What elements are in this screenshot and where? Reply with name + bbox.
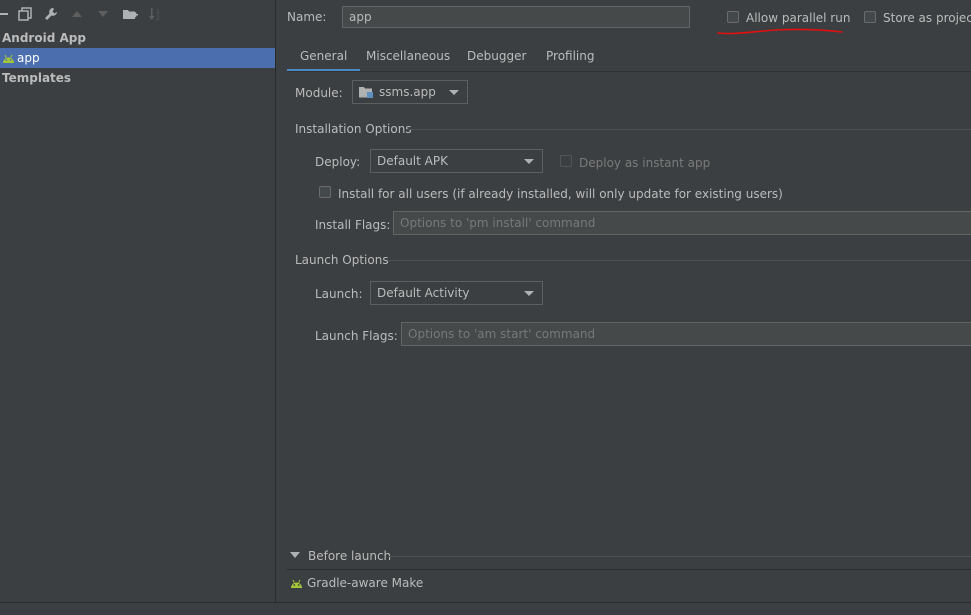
before-launch-task-label: Gradle-aware Make xyxy=(307,576,424,590)
chevron-down-icon xyxy=(524,291,534,296)
deploy-instant-app-label: Deploy as instant app xyxy=(579,156,711,170)
allow-parallel-run-checkbox[interactable] xyxy=(727,11,739,23)
svg-text:2: 2 xyxy=(156,15,160,21)
tree-item-label: app xyxy=(17,51,40,65)
launch-options-title: Launch Options xyxy=(295,253,389,267)
tree-group-android-app[interactable]: Android App xyxy=(0,28,275,48)
arrow-down-icon[interactable] xyxy=(94,4,112,24)
before-launch-task-row[interactable]: Gradle-aware Make xyxy=(290,574,423,592)
tree-item-app[interactable]: app xyxy=(0,48,275,68)
install-flags-input[interactable]: Options to 'pm install' command xyxy=(393,211,971,235)
collapse-triangle-icon[interactable] xyxy=(290,551,300,559)
sort-icon[interactable]: 12 xyxy=(147,4,165,24)
installation-separator xyxy=(406,129,971,130)
name-label: Name: xyxy=(287,10,327,24)
launch-flags-label: Launch Flags: xyxy=(315,329,398,343)
allow-parallel-run-label[interactable]: Allow parallel run xyxy=(746,11,850,25)
install-all-users-label[interactable]: Install for all users (if already instal… xyxy=(338,187,783,201)
install-all-users-checkbox[interactable] xyxy=(319,186,331,198)
store-as-project-label[interactable]: Store as project xyxy=(883,11,971,25)
tab-divider xyxy=(287,71,971,72)
name-input[interactable]: app xyxy=(342,6,690,28)
chevron-down-icon xyxy=(449,90,459,95)
configuration-tree: Android App app Templates xyxy=(0,28,275,88)
red-underline-annotation xyxy=(717,28,843,35)
configurations-panel: 12 Android App app Templates xyxy=(0,0,276,602)
chevron-down-icon xyxy=(524,159,534,164)
launch-flags-input[interactable]: Options to 'am start' command xyxy=(401,322,971,346)
module-folder-icon xyxy=(359,87,373,98)
module-value: ssms.app xyxy=(379,85,436,99)
folder-add-icon[interactable] xyxy=(121,4,139,24)
launch-combo[interactable]: Default Activity xyxy=(370,281,543,305)
tab-miscellaneous[interactable]: Miscellaneous xyxy=(353,42,463,72)
android-icon xyxy=(291,579,302,588)
deploy-combo[interactable]: Default APK xyxy=(370,149,543,173)
dialog-bottom-bar xyxy=(0,602,971,615)
deploy-value: Default APK xyxy=(377,154,448,168)
arrow-up-icon[interactable] xyxy=(68,4,86,24)
launch-label: Launch: xyxy=(315,287,363,301)
tree-group-templates[interactable]: Templates xyxy=(0,68,275,88)
wrench-icon[interactable] xyxy=(42,4,60,24)
deploy-instant-app-checkbox[interactable] xyxy=(560,155,572,167)
android-icon xyxy=(3,54,14,63)
before-launch-title: Before launch xyxy=(308,549,392,563)
install-flags-label: Install Flags: xyxy=(315,218,391,232)
module-label: Module: xyxy=(295,86,343,100)
before-launch-list: Gradle-aware Make xyxy=(287,569,971,603)
tab-debugger[interactable]: Debugger xyxy=(454,42,539,72)
minus-icon[interactable] xyxy=(0,4,12,24)
store-as-project-checkbox[interactable] xyxy=(864,11,876,23)
before-launch-separator xyxy=(389,556,971,557)
tab-profiling[interactable]: Profiling xyxy=(533,42,608,72)
launch-separator xyxy=(388,260,971,261)
installation-options-title: Installation Options xyxy=(295,122,412,136)
tab-general[interactable]: General xyxy=(287,42,361,72)
launch-value: Default Activity xyxy=(377,286,470,300)
tree-group-label: Android App xyxy=(2,31,86,45)
module-combo[interactable]: ssms.app xyxy=(352,80,468,104)
tree-group-label: Templates xyxy=(2,71,72,85)
tab-bar: General Miscellaneous Debugger Profiling xyxy=(287,42,971,72)
configurations-toolbar: 12 xyxy=(0,4,275,24)
deploy-label: Deploy: xyxy=(315,155,361,169)
copy-icon[interactable] xyxy=(16,4,34,24)
